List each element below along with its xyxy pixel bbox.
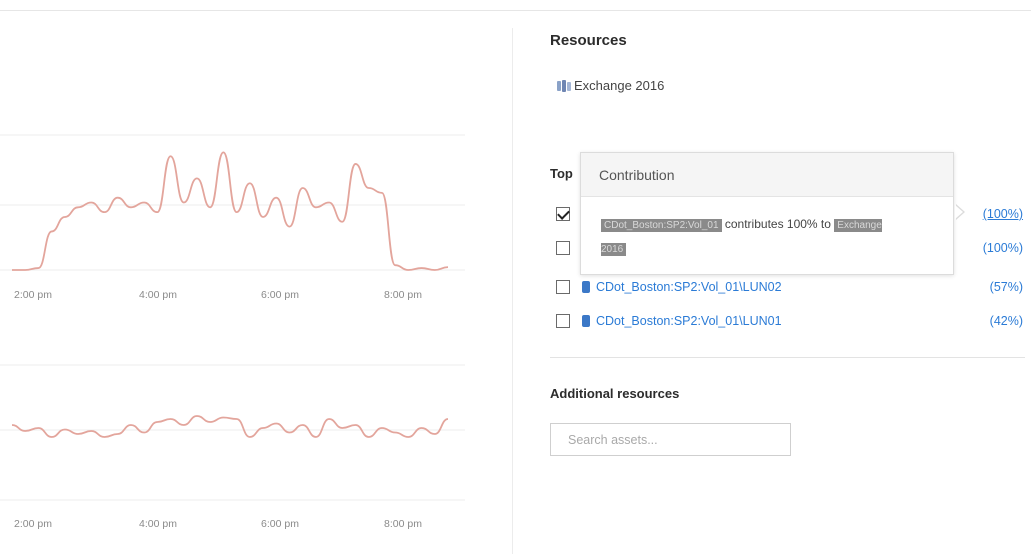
- contribution-tooltip: Contribution CDot_Boston:SP2:Vol_01 cont…: [580, 152, 954, 275]
- tooltip-pointer: [955, 204, 965, 220]
- top-row-4: CDot_Boston:SP2:Vol_01\LUN01 (42%): [550, 310, 1025, 332]
- x-tick-label: 8:00 pm: [384, 289, 422, 301]
- row-percent[interactable]: (57%): [990, 280, 1023, 294]
- x-tick-label: 6:00 pm: [261, 518, 299, 530]
- x-tick-label: 4:00 pm: [139, 289, 177, 301]
- additional-resources-label: Additional resources: [550, 386, 680, 401]
- volume-icon: [582, 315, 590, 327]
- volume-chart-top: 2:00 pm 4:00 pm 6:00 pm 8:00 pm: [0, 120, 470, 310]
- x-tick-label: 8:00 pm: [384, 518, 422, 530]
- volume-link[interactable]: CDot_Boston:SP2:Vol_01\LUN02: [596, 280, 782, 294]
- section-divider: [550, 357, 1025, 358]
- application-icon: [557, 79, 571, 92]
- chart-svg-bottom: 2:00 pm 4:00 pm 6:00 pm 8:00 pm: [0, 364, 465, 530]
- tooltip-text: contributes 100% to: [724, 217, 831, 231]
- top-row-3: CDot_Boston:SP2:Vol_01\LUN02 (57%): [550, 276, 1025, 298]
- row-percent[interactable]: (100%): [983, 207, 1023, 221]
- panel-divider: [512, 28, 513, 554]
- x-tick-label: 6:00 pm: [261, 289, 299, 301]
- tooltip-subject: CDot_Boston:SP2:Vol_01: [601, 219, 722, 232]
- x-tick-label: 2:00 pm: [14, 518, 52, 530]
- x-tick-label: 4:00 pm: [139, 518, 177, 530]
- series-line: [11, 151, 449, 271]
- row-checkbox[interactable]: [556, 207, 570, 221]
- volume-chart-bottom: 2:00 pm 4:00 pm 6:00 pm 8:00 pm: [0, 355, 470, 545]
- resource-label: Exchange 2016: [574, 78, 665, 93]
- chart-svg-top: 2:00 pm 4:00 pm 6:00 pm 8:00 pm: [0, 134, 465, 301]
- volume-icon: [582, 281, 590, 293]
- row-checkbox[interactable]: [556, 314, 570, 328]
- row-checkbox[interactable]: [556, 241, 570, 255]
- top-volumes-label: Top: [550, 166, 573, 181]
- resources-panel: Resources Exchange 2016 Top (100%) (100%…: [550, 0, 1025, 554]
- search-assets-input[interactable]: [550, 423, 791, 456]
- resource-exchange-2016[interactable]: Exchange 2016: [556, 78, 664, 93]
- volume-link[interactable]: CDot_Boston:SP2:Vol_01\LUN01: [596, 314, 782, 328]
- x-tick-label: 2:00 pm: [14, 289, 52, 301]
- row-checkbox[interactable]: [556, 280, 570, 294]
- series-line: [11, 415, 449, 438]
- row-percent[interactable]: (100%): [983, 241, 1023, 255]
- tooltip-title: Contribution: [581, 153, 953, 197]
- resources-title: Resources: [550, 32, 627, 49]
- row-percent[interactable]: (42%): [990, 314, 1023, 328]
- tooltip-body: CDot_Boston:SP2:Vol_01 contributes 100% …: [581, 197, 921, 261]
